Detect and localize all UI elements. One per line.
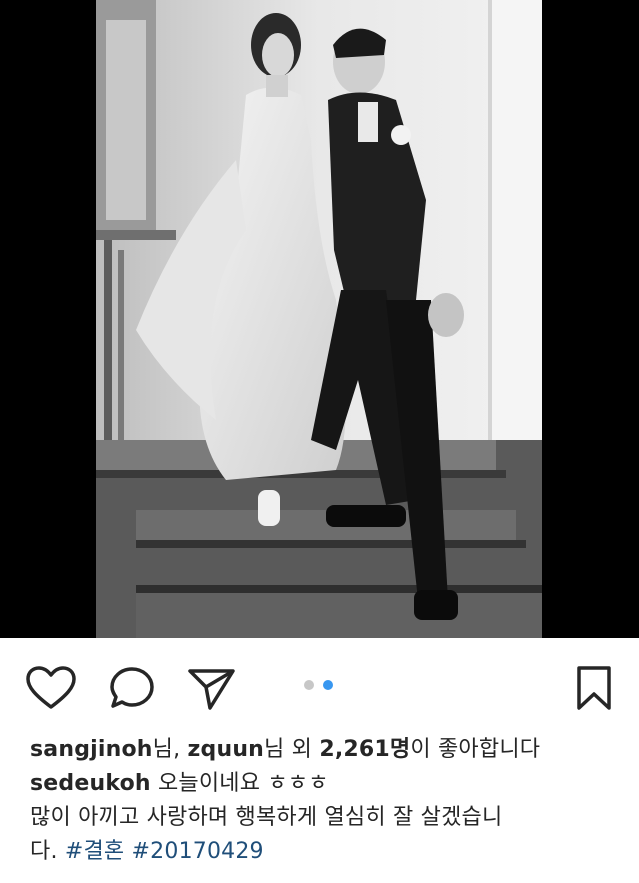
likes-summary[interactable]: sangjinoh님, zquun님 외 2,261명이 좋아합니다 — [30, 733, 610, 767]
caption: sedeukoh 오늘이네요 ㅎㅎㅎ 많이 아끼고 사랑하며 행복하게 열심히 … — [30, 767, 610, 869]
post-photo[interactable] — [96, 0, 542, 638]
hashtag-wedding[interactable]: #결혼 — [65, 839, 125, 864]
liker-username-2[interactable]: zquun — [188, 737, 265, 762]
caption-space — [124, 839, 131, 864]
hashtag-date[interactable]: #20170429 — [132, 839, 264, 864]
heart-icon[interactable] — [25, 665, 77, 711]
caption-text-line1: 오늘이네요 ㅎㅎㅎ — [150, 771, 329, 796]
post-text: sangjinoh님, zquun님 외 2,261명이 좋아합니다 sedeu… — [30, 733, 610, 869]
action-bar — [0, 655, 639, 721]
likes-separator-2: 님 외 — [264, 737, 320, 762]
bookmark-icon[interactable] — [574, 665, 614, 711]
likes-separator-1: 님, — [152, 737, 188, 762]
caption-username[interactable]: sedeukoh — [30, 771, 151, 796]
caption-text-line3: 다. — [30, 839, 65, 864]
pager-dot-2-active[interactable] — [323, 680, 333, 690]
photo-frame — [0, 0, 639, 638]
likes-suffix: 이 좋아합니다 — [410, 737, 541, 762]
comment-icon[interactable] — [108, 665, 158, 713]
liker-username-1[interactable]: sangjinoh — [30, 737, 153, 762]
send-icon[interactable] — [187, 665, 237, 713]
likes-count[interactable]: 2,261명 — [319, 737, 410, 762]
caption-text-line2: 많이 아끼고 사랑하며 행복하게 열심히 잘 살겠습니 — [30, 805, 503, 830]
pager-dot-1[interactable] — [304, 680, 314, 690]
